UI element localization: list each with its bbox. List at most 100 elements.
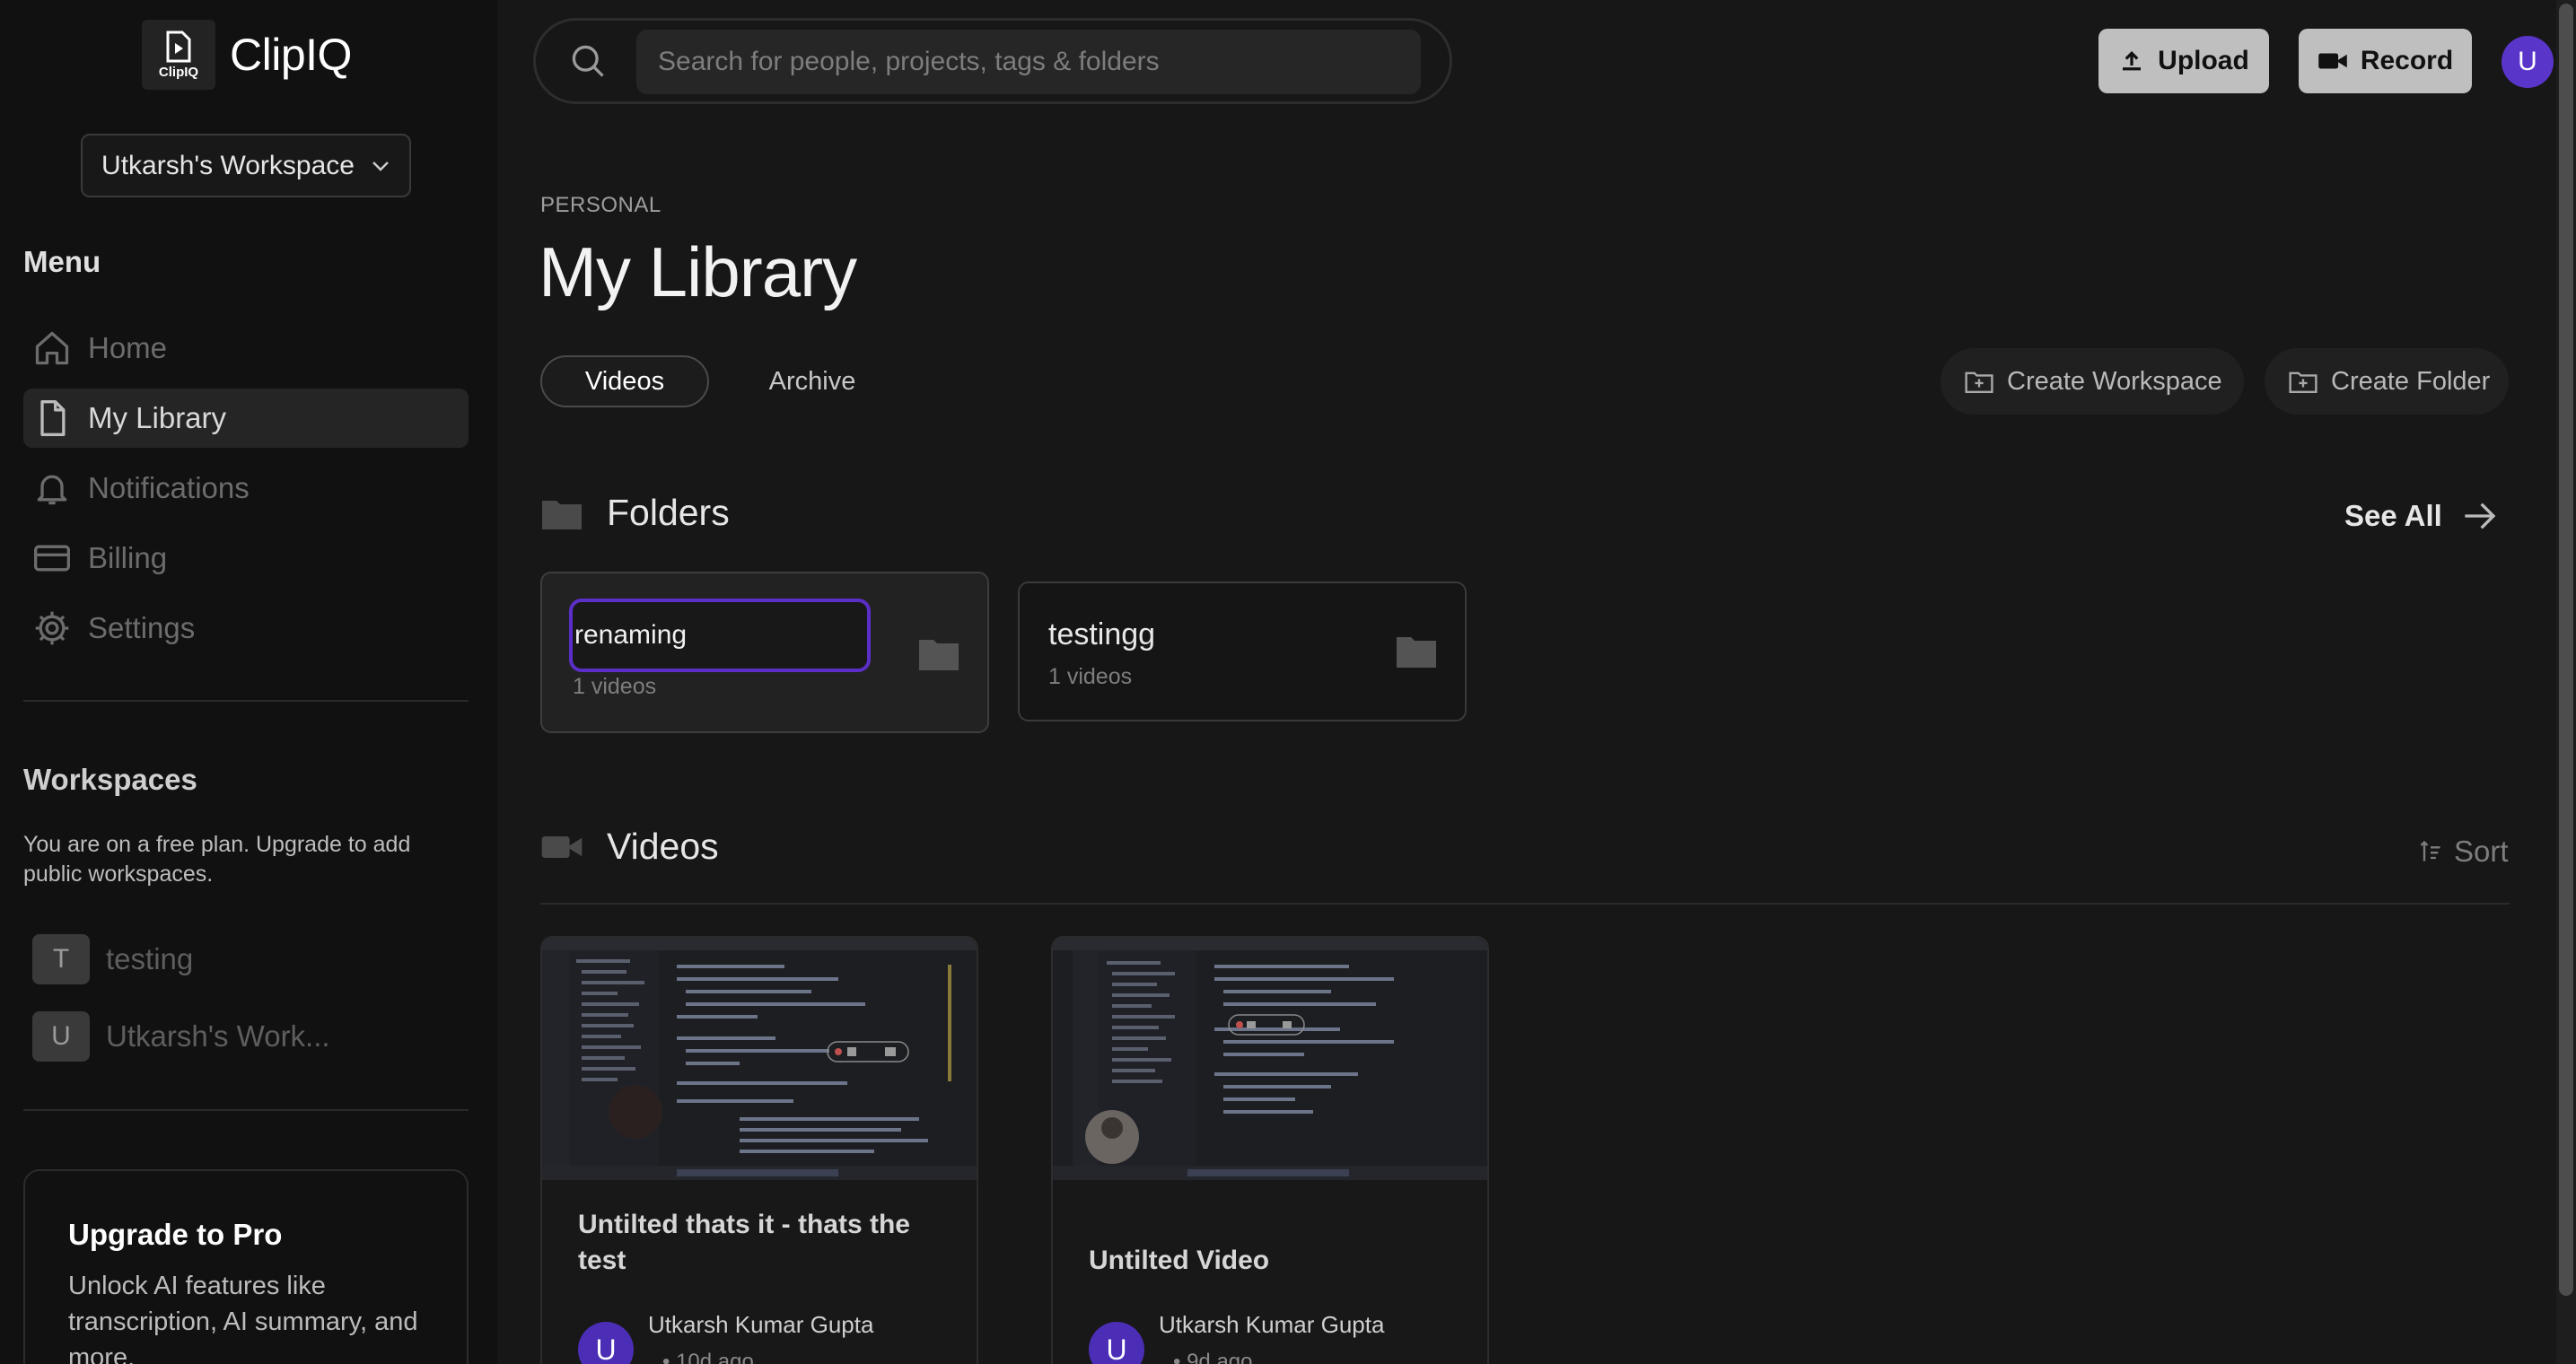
author-avatar: U <box>578 1322 634 1364</box>
upload-label: Upload <box>2158 46 2249 75</box>
workspaces-note: You are on a free plan. Upgrade to add p… <box>23 832 411 887</box>
search-icon <box>572 45 604 77</box>
sidebar-item-label: Notifications <box>88 471 250 504</box>
sidebar-item-label: Home <box>88 331 168 364</box>
code-editor-thumbnail <box>542 938 977 1180</box>
author-name: Utkarsh Kumar Gupta <box>648 1311 874 1338</box>
sidebar-item-home[interactable]: Home <box>23 319 469 378</box>
video-thumbnail[interactable] <box>1053 938 1487 1180</box>
sidebar-nav: Home My Library Notifications Billing Se… <box>23 319 469 669</box>
scrollbar-thumb[interactable] <box>2559 4 2573 1296</box>
see-all-label: See All <box>2344 499 2442 532</box>
bell-icon <box>37 475 67 505</box>
search-input[interactable]: Search for people, projects, tags & fold… <box>636 30 1421 94</box>
sidebar-divider <box>23 700 469 702</box>
upgrade-card[interactable]: Upgrade to Pro Unlock AI features like t… <box>23 1169 469 1364</box>
folder-video-count: 1 videos <box>1048 664 1133 689</box>
workspace-name: Utkarsh's Work... <box>106 1019 330 1053</box>
page-title: My Library <box>539 232 857 311</box>
video-card[interactable]: Untilted Video U Utkarsh Kumar Gupta • 9… <box>1051 936 1489 1364</box>
videos-heading: Videos <box>540 826 719 868</box>
create-workspace-button[interactable]: Create Workspace <box>1941 348 2244 415</box>
record-label: Record <box>2360 46 2454 75</box>
folder-icon <box>542 500 582 529</box>
sidebar-item-my-library[interactable]: My Library <box>23 389 469 448</box>
logo-mark: ClipIQ <box>142 20 215 90</box>
workspace-item-testing[interactable]: T testing <box>32 933 330 985</box>
create-folder-button[interactable]: Create Folder <box>2265 348 2509 415</box>
sidebar-item-label: Billing <box>88 541 168 574</box>
gear-icon <box>35 611 69 645</box>
user-avatar[interactable]: U <box>2502 36 2554 88</box>
workspace-avatar: T <box>32 934 90 984</box>
folder-card-renaming[interactable]: renaming 1 videos <box>540 572 989 733</box>
breadcrumb: PERSONAL <box>540 193 662 217</box>
create-workspace-label: Create Workspace <box>2007 366 2222 396</box>
home-icon <box>35 331 69 365</box>
sidebar-item-settings[interactable]: Settings <box>23 599 469 658</box>
sort-label: Sort <box>2454 835 2509 868</box>
video-thumbnail[interactable] <box>542 938 977 1180</box>
video-camera-icon <box>2318 53 2347 69</box>
folder-icon <box>919 640 959 670</box>
author-avatar: U <box>1089 1322 1144 1364</box>
video-age-text: 10d ago <box>676 1350 754 1364</box>
arrow-right-icon <box>2465 503 2496 529</box>
logo-mark-text: ClipIQ <box>158 64 199 80</box>
folder-icon <box>1397 637 1436 668</box>
workspace-item-utkarsh[interactable]: U Utkarsh's Work... <box>32 1010 330 1062</box>
video-author: U Utkarsh Kumar Gupta • 9d ago <box>1089 1311 1384 1364</box>
folder-video-count: 1 videos <box>573 674 657 699</box>
app-logo[interactable]: ClipIQ ClipIQ <box>142 20 352 90</box>
folder-plus-icon <box>1965 372 1993 393</box>
menu-heading: Menu <box>23 245 101 278</box>
sidebar-item-label: My Library <box>88 401 227 434</box>
play-file-icon <box>166 31 191 62</box>
sidebar-item-billing[interactable]: Billing <box>23 529 469 588</box>
search-bar[interactable]: Search for people, projects, tags & fold… <box>533 18 1452 104</box>
video-author: U Utkarsh Kumar Gupta • 10d ago <box>578 1311 873 1364</box>
folder-rename-input[interactable]: renaming <box>569 599 871 672</box>
workspace-select-value: Utkarsh's Workspace <box>101 150 355 180</box>
sort-icon <box>2420 840 2440 861</box>
folder-plus-icon <box>2289 372 2318 393</box>
workspace-list: T testing U Utkarsh's Work... <box>32 933 330 1088</box>
sidebar: ClipIQ ClipIQ Utkarsh's Workspace Menu H… <box>0 0 497 1364</box>
folders-heading: Folders <box>540 492 730 534</box>
folder-card-testingg[interactable]: testingg 1 videos <box>1018 581 1467 721</box>
video-card[interactable]: Untilted thats it - thats the test U Utk… <box>540 936 978 1364</box>
sidebar-item-notifications[interactable]: Notifications <box>23 459 469 518</box>
workspaces-heading: Workspaces <box>23 763 197 796</box>
sort-button[interactable]: Sort <box>2418 835 2509 869</box>
chevron-down-icon <box>372 161 389 171</box>
author-name: Utkarsh Kumar Gupta <box>1159 1311 1385 1338</box>
sidebar-item-label: Settings <box>88 611 196 644</box>
card-icon <box>34 545 70 572</box>
file-icon <box>40 400 66 436</box>
tab-archive[interactable]: Archive <box>745 355 880 407</box>
upload-button[interactable]: Upload <box>2098 29 2269 93</box>
code-editor-thumbnail <box>1053 938 1487 1180</box>
videos-divider <box>540 903 2510 905</box>
video-age-text: 9d ago <box>1187 1350 1253 1364</box>
folder-name: testingg <box>1048 617 1156 651</box>
workspace-avatar: U <box>32 1011 90 1062</box>
workspace-select[interactable]: Utkarsh's Workspace <box>81 134 411 197</box>
video-age: • 10d ago <box>662 1350 873 1364</box>
app-name: ClipIQ <box>230 30 352 80</box>
record-button[interactable]: Record <box>2299 29 2472 93</box>
video-age: • 9d ago <box>1173 1350 1384 1364</box>
upgrade-text: Unlock AI features like transcription, A… <box>68 1272 418 1364</box>
folders-heading-text: Folders <box>607 492 730 533</box>
upload-icon <box>2123 50 2142 71</box>
sidebar-divider <box>23 1109 469 1111</box>
tab-videos[interactable]: Videos <box>540 355 709 407</box>
upgrade-title: Upgrade to Pro <box>68 1218 283 1251</box>
video-camera-icon <box>541 835 583 858</box>
see-all-link[interactable]: See All <box>2344 499 2498 533</box>
videos-heading-text: Videos <box>607 826 719 867</box>
app-root: ClipIQ ClipIQ Utkarsh's Workspace Menu H… <box>0 0 2576 1364</box>
workspace-name: testing <box>106 942 194 975</box>
video-title[interactable]: Untilted thats it - thats the test <box>578 1207 955 1279</box>
video-title[interactable]: Untilted Video <box>1089 1243 1466 1279</box>
